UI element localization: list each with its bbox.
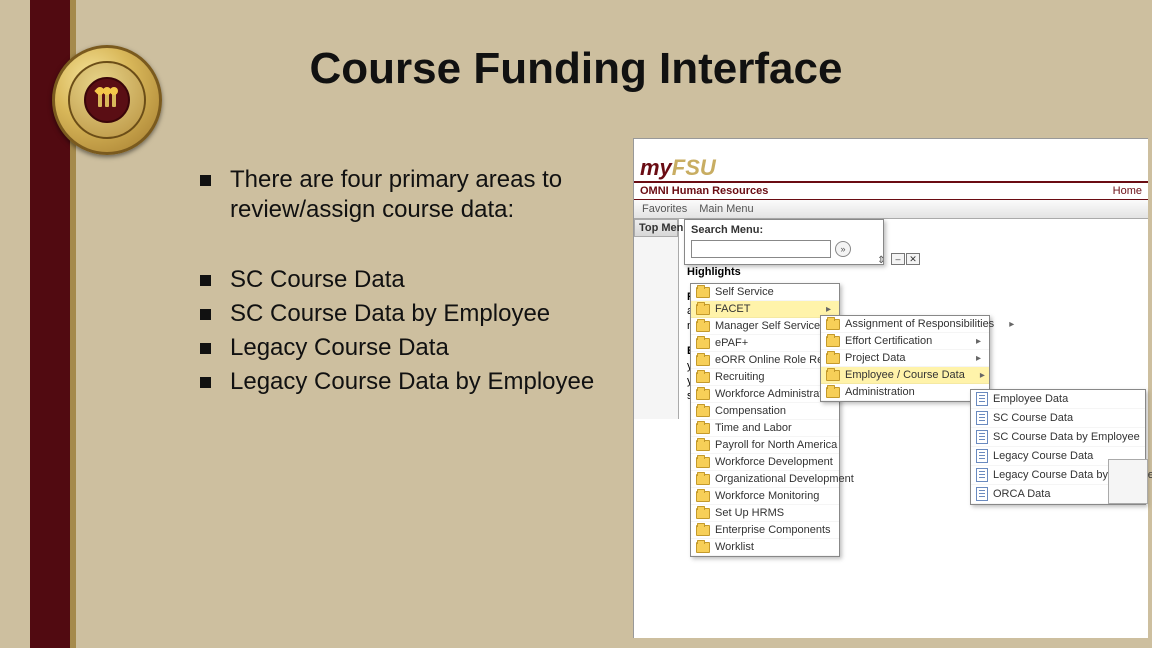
menu1-item[interactable]: Workforce Monitoring [691, 488, 839, 505]
slide-title: Course Funding Interface [0, 44, 1152, 94]
bullet-item-2: SC Course Data by Employee [200, 299, 600, 329]
folder-icon [696, 508, 710, 519]
folder-icon [696, 440, 710, 451]
menu1-item[interactable]: Worklist [691, 539, 839, 556]
menu-level-1: Self Service FACET▸ Manager Self Service… [690, 283, 840, 557]
close-icon[interactable]: ✕ [906, 253, 920, 265]
folder-icon [696, 491, 710, 502]
folder-icon [696, 338, 710, 349]
document-icon [976, 392, 988, 406]
nav-tabs: Favorites Main Menu [634, 200, 1148, 219]
omni-bar: OMNI Human Resources Home [634, 181, 1148, 200]
document-icon [976, 449, 988, 463]
chevron-right-icon: ▸ [966, 353, 981, 364]
bullet-item-1: SC Course Data [200, 265, 600, 295]
menu3-item[interactable]: SC Course Data [971, 409, 1145, 428]
tab-main-menu[interactable]: Main Menu [699, 203, 753, 215]
folder-icon [696, 406, 710, 417]
minimize-icon[interactable]: – [891, 253, 905, 265]
folder-icon [696, 355, 710, 366]
folder-icon [696, 474, 710, 485]
bullet-item-3: Legacy Course Data [200, 333, 600, 363]
search-menu-popup: Search Menu: » [684, 219, 884, 265]
menu2-item[interactable]: Assignment of Responsibilities▸ [821, 316, 989, 333]
menu1-item[interactable]: Enterprise Components [691, 522, 839, 539]
folder-icon [826, 387, 840, 398]
menu1-item-facet[interactable]: FACET▸ [691, 301, 839, 318]
menu1-item[interactable]: Organizational Development [691, 471, 839, 488]
menu3-item[interactable]: Employee Data [971, 390, 1145, 409]
menu1-item[interactable]: Time and Labor [691, 420, 839, 437]
folder-icon [696, 457, 710, 468]
menu1-item[interactable]: Recruiting [691, 369, 839, 386]
tab-favorites[interactable]: Favorites [642, 203, 687, 215]
folder-icon [696, 389, 710, 400]
menu1-item[interactable]: Self Service [691, 284, 839, 301]
menu1-item[interactable]: Workforce Administration [691, 386, 839, 403]
folder-icon [696, 525, 710, 536]
bullet-item-4: Legacy Course Data by Employee [200, 367, 600, 397]
document-icon [976, 468, 988, 482]
folder-icon [696, 287, 710, 298]
chevron-right-icon: ▸ [816, 304, 831, 315]
myfsu-logo: myFSU [640, 155, 716, 181]
folder-icon [826, 336, 840, 347]
menu2-item-employee-course-data[interactable]: Employee / Course Data▸ [821, 367, 989, 384]
omni-title: OMNI Human Resources [640, 185, 768, 197]
logo-my: my [640, 155, 672, 180]
menu-level-2: Assignment of Responsibilities▸ Effort C… [820, 315, 990, 402]
home-link[interactable]: Home [1113, 185, 1142, 197]
folder-icon [696, 372, 710, 383]
menu2-item[interactable]: Administration▸ [821, 384, 989, 401]
chevron-right-icon: ▸ [999, 319, 1014, 330]
menu1-item[interactable]: Set Up HRMS [691, 505, 839, 522]
chevron-right-icon: ▸ [966, 336, 981, 347]
document-icon [976, 411, 988, 425]
bullet-list: There are four primary areas to review/a… [200, 165, 600, 427]
menu2-item[interactable]: Project Data▸ [821, 350, 989, 367]
folder-icon [696, 423, 710, 434]
logo-fsu: FSU [672, 155, 716, 180]
collapsed-panel [1108, 459, 1148, 504]
folder-icon [826, 353, 840, 364]
menu1-item[interactable]: Workforce Development [691, 454, 839, 471]
menu3-item[interactable]: SC Course Data by Employee [971, 428, 1145, 447]
menu1-item[interactable]: Compensation [691, 403, 839, 420]
folder-icon [696, 321, 710, 332]
folder-icon [696, 304, 710, 315]
folder-icon [826, 319, 840, 330]
search-input[interactable] [691, 240, 831, 258]
menu1-item[interactable]: eORR Online Role Reques [691, 352, 839, 369]
search-go-icon[interactable]: » [835, 241, 851, 257]
menu2-item[interactable]: Effort Certification▸ [821, 333, 989, 350]
menu1-item[interactable]: Payroll for North America [691, 437, 839, 454]
resize-handle-icon[interactable]: ⇕ [877, 255, 885, 266]
bullet-intro: There are four primary areas to review/a… [200, 165, 600, 225]
search-menu-label: Search Menu: [685, 220, 883, 236]
folder-icon [826, 370, 840, 381]
screenshot-panel: myFSU OMNI Human Resources Home Favorite… [633, 138, 1148, 638]
chevron-right-icon: ▸ [970, 370, 985, 381]
top-menu-label[interactable]: Top Menu [634, 219, 678, 237]
menu1-item[interactable]: Manager Self Service [691, 318, 839, 335]
document-icon [976, 487, 988, 501]
menu1-item[interactable]: ePAF+ [691, 335, 839, 352]
folder-icon [696, 542, 710, 553]
document-icon [976, 430, 988, 444]
